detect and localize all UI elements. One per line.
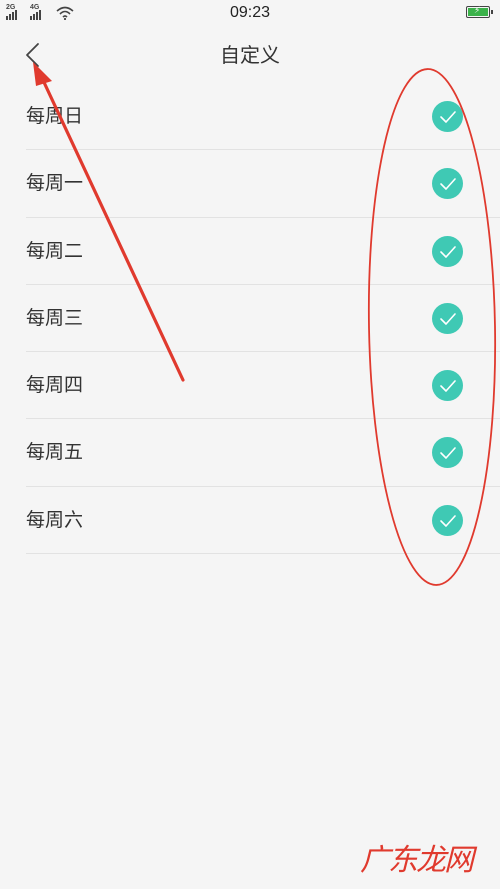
header: 自定义	[0, 28, 500, 82]
day-label: 每周日	[26, 105, 84, 127]
page-title: 自定义	[220, 43, 280, 67]
divider	[26, 553, 500, 555]
day-label: 每周四	[26, 374, 84, 397]
day-label: 每周五	[26, 441, 84, 464]
battery-charging-icon: ⚡	[466, 6, 493, 18]
checkmark-icon[interactable]	[432, 302, 463, 334]
day-label: 每周二	[26, 239, 84, 262]
list-item-monday[interactable]: 每周一	[0, 150, 500, 218]
status-bar: 2G 4G 09:23 ⚡	[0, 0, 500, 28]
watermark-logo: 广东龙网	[360, 843, 474, 878]
day-label: 每周六	[26, 508, 84, 531]
checkmark-icon[interactable]	[432, 437, 463, 469]
status-time: 09:23	[229, 4, 271, 21]
day-label: 每周一	[26, 172, 84, 195]
list-item-sunday[interactable]: 每周日	[0, 83, 500, 151]
list-item-wednesday[interactable]: 每周三	[0, 285, 500, 353]
list-item-thursday[interactable]: 每周四	[0, 352, 500, 420]
checkmark-icon[interactable]	[432, 370, 463, 402]
checkmark-icon[interactable]	[432, 101, 463, 132]
list-item-tuesday[interactable]: 每周二	[0, 218, 500, 285]
day-list: 每周日 每周一 每周二 每周三 每周四 每周五 每周六	[0, 83, 500, 555]
day-label: 每周三	[26, 306, 84, 329]
checkmark-icon[interactable]	[432, 168, 463, 200]
list-item-friday[interactable]: 每周五	[0, 419, 500, 487]
checkmark-icon[interactable]	[432, 504, 463, 536]
checkmark-icon[interactable]	[432, 235, 463, 267]
list-item-saturday[interactable]: 每周六	[0, 487, 500, 555]
